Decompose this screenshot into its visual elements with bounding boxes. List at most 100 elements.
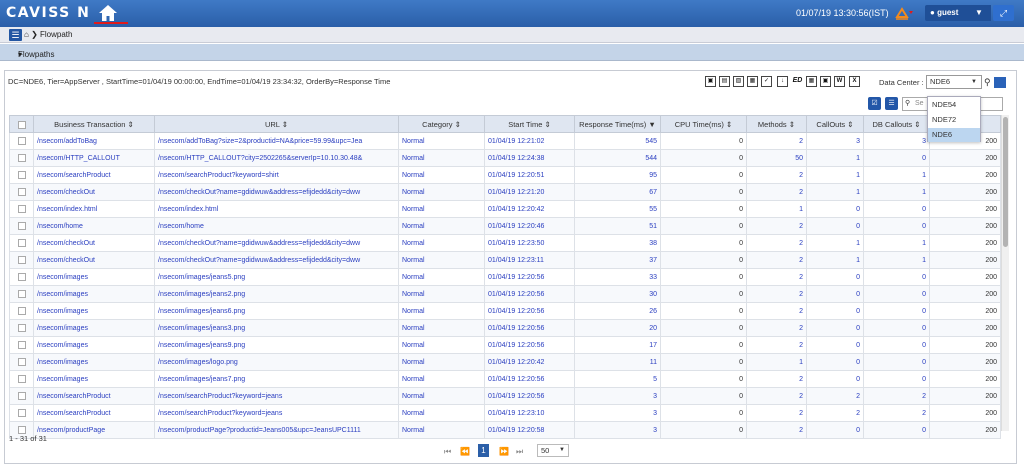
table-row[interactable]: /nsecom/images/nsecom/images/jeans3.png N… [9, 319, 1001, 337]
table-cell[interactable]: 2 [746, 404, 807, 422]
table-cell[interactable]: 2 [746, 217, 807, 235]
column-header[interactable]: URL ⇕ [154, 115, 399, 133]
table-cell[interactable]: Normal [398, 421, 485, 439]
row-checkbox[interactable] [9, 234, 34, 252]
table-cell[interactable]: 1 [863, 251, 930, 269]
table-row[interactable]: /nsecom/images/nsecom/images/jeans6.png N… [9, 302, 1001, 320]
row-checkbox[interactable] [9, 285, 34, 303]
table-row[interactable]: /nsecom/checkOut/nsecom/checkOut?name=gd… [9, 251, 1001, 269]
pdf-export-icon[interactable]: ▣ [705, 76, 716, 87]
table-cell[interactable]: /nsecom/searchProduct?keyword=jeans [154, 387, 399, 405]
table-cell[interactable]: Normal [398, 370, 485, 388]
table-cell[interactable]: /nsecom/images [33, 319, 155, 337]
row-checkbox[interactable] [9, 251, 34, 269]
table-cell[interactable]: 50 [746, 149, 807, 167]
next-page-icon[interactable]: ⏩ [499, 447, 509, 456]
table-cell[interactable]: /nsecom/images/jeans5.png [154, 268, 399, 286]
table-row[interactable]: /nsecom/images/nsecom/images/jeans7.png N… [9, 370, 1001, 388]
table-cell[interactable]: 01/04/19 12:20:46 [484, 217, 575, 235]
column-header[interactable]: Category ⇕ [398, 115, 485, 133]
table-cell[interactable]: 0 [863, 353, 930, 371]
table-row[interactable]: /nsecom/images/nsecom/images/logo.png Nor… [9, 353, 1001, 371]
table-cell[interactable]: 01/04/19 12:20:42 [484, 353, 575, 371]
filter-icon[interactable]: ▧ [733, 76, 744, 87]
table-cell[interactable]: /nsecom/addToBag [33, 132, 155, 150]
search-icon[interactable]: ⚲ [984, 77, 991, 88]
first-page-icon[interactable]: ⏮ [444, 447, 451, 457]
row-checkbox[interactable] [9, 132, 34, 150]
table-cell[interactable]: 0 [806, 336, 864, 354]
column-header[interactable]: Response Time(ms) ▼ [574, 115, 661, 133]
table-cell[interactable]: 1 [806, 183, 864, 201]
table-cell[interactable]: 0 [806, 319, 864, 337]
table-cell[interactable]: 1 [806, 251, 864, 269]
table-cell[interactable]: 01/04/19 12:20:42 [484, 200, 575, 218]
table-cell[interactable]: 0 [806, 421, 864, 439]
fullscreen-icon[interactable]: ⤢ [993, 5, 1014, 21]
table-cell[interactable]: 3 [574, 387, 661, 405]
checklist-icon[interactable]: ✓ [761, 76, 772, 87]
table-cell[interactable]: /nsecom/images [33, 336, 155, 354]
table-cell[interactable]: 2 [746, 132, 807, 150]
table-cell[interactable]: 01/04/19 12:20:56 [484, 370, 575, 388]
table-cell[interactable]: /nsecom/index.html [154, 200, 399, 218]
table-cell[interactable]: 01/04/19 12:20:56 [484, 319, 575, 337]
table-cell[interactable]: Normal [398, 353, 485, 371]
last-page-icon[interactable]: ⏭ [516, 447, 523, 457]
table-cell[interactable]: 5 [574, 370, 661, 388]
grid-settings-icon[interactable] [994, 77, 1006, 88]
table-cell[interactable]: 2 [746, 166, 807, 184]
table-cell[interactable]: 2 [806, 404, 864, 422]
table-cell[interactable]: 0 [863, 421, 930, 439]
row-checkbox[interactable] [9, 370, 34, 388]
table-cell[interactable]: 2 [746, 421, 807, 439]
table-cell[interactable]: 01/04/19 12:20:56 [484, 336, 575, 354]
table-cell[interactable]: Normal [398, 183, 485, 201]
table-cell[interactable]: /nsecom/images [33, 302, 155, 320]
table-cell[interactable]: Normal [398, 166, 485, 184]
pdf-icon[interactable]: ▣ [820, 76, 831, 87]
row-checkbox[interactable] [9, 166, 34, 184]
table-cell[interactable]: 0 [863, 149, 930, 167]
current-page[interactable]: 1 [478, 444, 489, 457]
table-cell[interactable]: 11 [574, 353, 661, 371]
table-cell[interactable]: 51 [574, 217, 661, 235]
prev-page-icon[interactable]: ⏪ [460, 447, 470, 456]
table-cell[interactable]: /nsecom/home [154, 217, 399, 235]
table-cell[interactable]: /nsecom/searchProduct [33, 387, 155, 405]
table-row[interactable]: /nsecom/searchProduct/nsecom/searchProdu… [9, 166, 1001, 184]
table-cell[interactable]: 0 [863, 319, 930, 337]
table-cell[interactable]: 01/04/19 12:20:56 [484, 268, 575, 286]
row-checkbox[interactable] [9, 387, 34, 405]
table-cell[interactable]: 2 [746, 234, 807, 252]
table-cell[interactable]: 0 [806, 285, 864, 303]
table-cell[interactable]: /nsecom/productPage?productid=Jeans005&u… [154, 421, 399, 439]
breadcrumb-home-icon[interactable]: ⌂ [24, 30, 29, 39]
table-cell[interactable]: 1 [863, 183, 930, 201]
table-cell[interactable]: Normal [398, 404, 485, 422]
table-cell[interactable]: /nsecom/images/jeans2.png [154, 285, 399, 303]
table-cell[interactable]: 2 [746, 319, 807, 337]
word-icon[interactable]: W [834, 76, 845, 87]
table-row[interactable]: /nsecom/index.html/nsecom/index.html Norm… [9, 200, 1001, 218]
table-cell[interactable]: 0 [863, 336, 930, 354]
table-cell[interactable]: /nsecom/HTTP_CALLOUT [33, 149, 155, 167]
table-cell[interactable]: Normal [398, 149, 485, 167]
row-checkbox[interactable] [9, 404, 34, 422]
table-cell[interactable]: /nsecom/images [33, 285, 155, 303]
table-cell[interactable]: Normal [398, 319, 485, 337]
alert-icon[interactable] [894, 6, 914, 20]
table-cell[interactable]: /nsecom/searchProduct?keyword=jeans [154, 404, 399, 422]
table-cell[interactable]: 37 [574, 251, 661, 269]
table-cell[interactable]: 01/04/19 12:20:58 [484, 421, 575, 439]
table-cell[interactable]: Normal [398, 251, 485, 269]
table-cell[interactable]: /nsecom/searchProduct [33, 166, 155, 184]
table-cell[interactable]: /nsecom/checkOut [33, 183, 155, 201]
table-cell[interactable]: 544 [574, 149, 661, 167]
table-cell[interactable]: 01/04/19 12:20:56 [484, 285, 575, 303]
row-checkbox[interactable] [9, 302, 34, 320]
row-checkbox[interactable] [9, 336, 34, 354]
table-row[interactable]: /nsecom/searchProduct/nsecom/searchProdu… [9, 404, 1001, 422]
table-cell[interactable]: 0 [863, 370, 930, 388]
table-cell[interactable]: 0 [863, 200, 930, 218]
